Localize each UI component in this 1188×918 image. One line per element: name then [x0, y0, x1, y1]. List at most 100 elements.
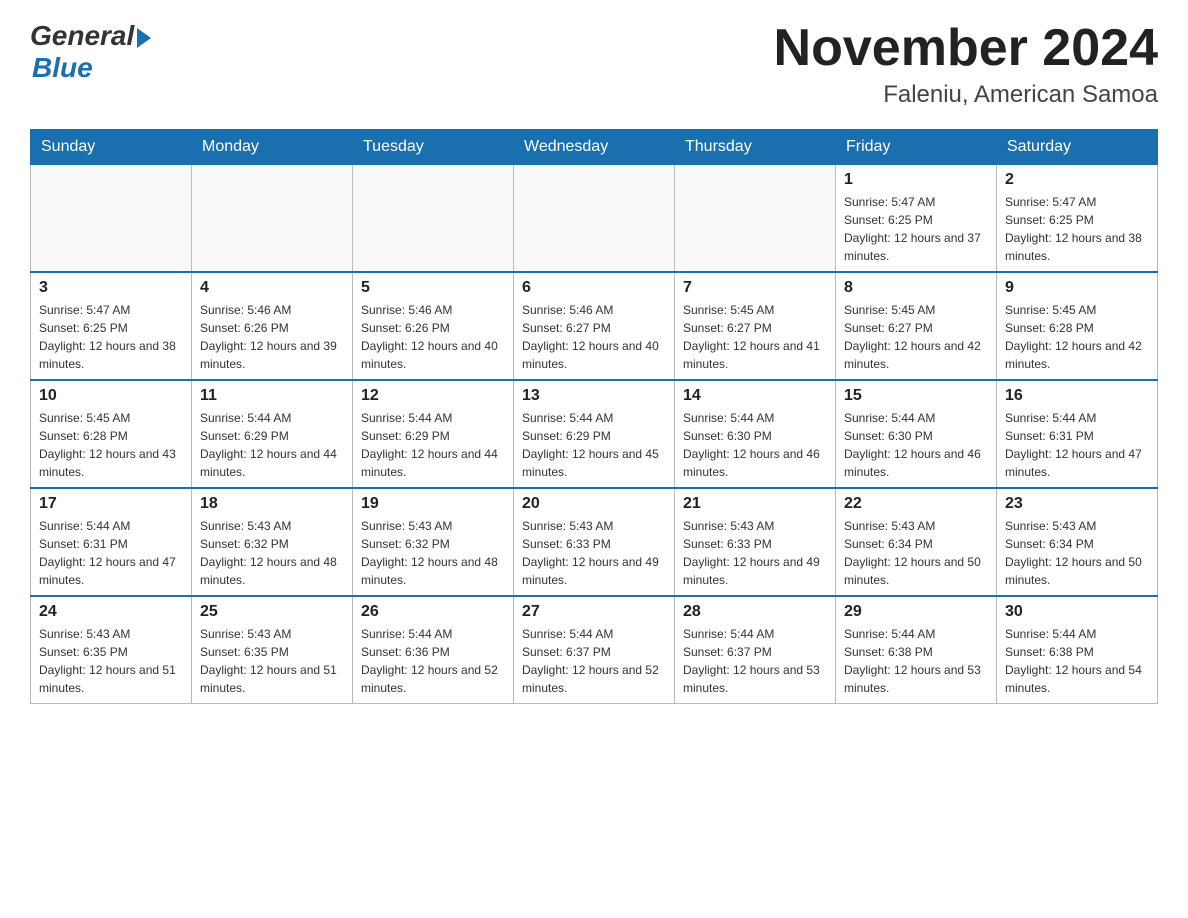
day-number: 8 [844, 279, 988, 297]
calendar-cell-w3-d1: 10 Sunrise: 5:45 AMSunset: 6:28 PMDayligh… [31, 380, 192, 488]
week-row-3: 10 Sunrise: 5:45 AMSunset: 6:28 PMDayligh… [31, 380, 1158, 488]
calendar-cell-w1-d4 [514, 165, 675, 273]
day-info: Sunrise: 5:43 AMSunset: 6:33 PMDaylight:… [522, 517, 666, 589]
week-row-2: 3 Sunrise: 5:47 AMSunset: 6:25 PMDaylight… [31, 272, 1158, 380]
day-info: Sunrise: 5:43 AMSunset: 6:35 PMDaylight:… [39, 625, 183, 697]
day-number: 11 [200, 387, 344, 405]
header-wednesday: Wednesday [514, 130, 675, 165]
calendar-cell-w3-d4: 13 Sunrise: 5:44 AMSunset: 6:29 PMDayligh… [514, 380, 675, 488]
day-info: Sunrise: 5:43 AMSunset: 6:32 PMDaylight:… [200, 517, 344, 589]
logo-arrow-icon [137, 28, 151, 48]
day-number: 1 [844, 171, 988, 189]
week-row-5: 24 Sunrise: 5:43 AMSunset: 6:35 PMDayligh… [31, 596, 1158, 704]
calendar-cell-w2-d7: 9 Sunrise: 5:45 AMSunset: 6:28 PMDaylight… [997, 272, 1158, 380]
day-number: 6 [522, 279, 666, 297]
day-info: Sunrise: 5:44 AMSunset: 6:38 PMDaylight:… [1005, 625, 1149, 697]
calendar-cell-w1-d2 [192, 165, 353, 273]
day-number: 7 [683, 279, 827, 297]
calendar-cell-w2-d4: 6 Sunrise: 5:46 AMSunset: 6:27 PMDaylight… [514, 272, 675, 380]
page-header: General Blue November 2024 Faleniu, Amer… [30, 20, 1158, 109]
day-info: Sunrise: 5:47 AMSunset: 6:25 PMDaylight:… [1005, 193, 1149, 265]
day-info: Sunrise: 5:47 AMSunset: 6:25 PMDaylight:… [39, 301, 183, 373]
calendar-cell-w1-d6: 1 Sunrise: 5:47 AMSunset: 6:25 PMDaylight… [836, 165, 997, 273]
day-info: Sunrise: 5:44 AMSunset: 6:30 PMDaylight:… [844, 409, 988, 481]
day-info: Sunrise: 5:44 AMSunset: 6:31 PMDaylight:… [39, 517, 183, 589]
day-number: 10 [39, 387, 183, 405]
day-info: Sunrise: 5:43 AMSunset: 6:33 PMDaylight:… [683, 517, 827, 589]
day-number: 12 [361, 387, 505, 405]
calendar-cell-w2-d2: 4 Sunrise: 5:46 AMSunset: 6:26 PMDaylight… [192, 272, 353, 380]
calendar-cell-w4-d6: 22 Sunrise: 5:43 AMSunset: 6:34 PMDayligh… [836, 488, 997, 596]
calendar-cell-w2-d5: 7Sunrise: 5:45 AMSunset: 6:27 PMDaylight… [675, 272, 836, 380]
day-info: Sunrise: 5:46 AMSunset: 6:27 PMDaylight:… [522, 301, 666, 373]
day-info: Sunrise: 5:44 AMSunset: 6:29 PMDaylight:… [522, 409, 666, 481]
header-monday: Monday [192, 130, 353, 165]
calendar-cell-w3-d6: 15 Sunrise: 5:44 AMSunset: 6:30 PMDayligh… [836, 380, 997, 488]
day-number: 3 [39, 279, 183, 297]
calendar-cell-w4-d5: 21 Sunrise: 5:43 AMSunset: 6:33 PMDayligh… [675, 488, 836, 596]
day-number: 5 [361, 279, 505, 297]
day-info: Sunrise: 5:43 AMSunset: 6:34 PMDaylight:… [1005, 517, 1149, 589]
day-number: 23 [1005, 495, 1149, 513]
day-number: 2 [1005, 171, 1149, 189]
header-friday: Friday [836, 130, 997, 165]
calendar-cell-w2-d1: 3 Sunrise: 5:47 AMSunset: 6:25 PMDaylight… [31, 272, 192, 380]
calendar-cell-w5-d4: 27 Sunrise: 5:44 AMSunset: 6:37 PMDayligh… [514, 596, 675, 704]
calendar-table: SundayMondayTuesdayWednesdayThursdayFrid… [30, 129, 1158, 704]
day-number: 4 [200, 279, 344, 297]
header-sunday: Sunday [31, 130, 192, 165]
calendar-cell-w3-d5: 14Sunrise: 5:44 AMSunset: 6:30 PMDayligh… [675, 380, 836, 488]
calendar-cell-w2-d3: 5 Sunrise: 5:46 AMSunset: 6:26 PMDaylight… [353, 272, 514, 380]
day-number: 30 [1005, 603, 1149, 621]
calendar-cell-w3-d7: 16Sunrise: 5:44 AMSunset: 6:31 PMDayligh… [997, 380, 1158, 488]
day-number: 28 [683, 603, 827, 621]
header-tuesday: Tuesday [353, 130, 514, 165]
day-info: Sunrise: 5:44 AMSunset: 6:37 PMDaylight:… [522, 625, 666, 697]
calendar-cell-w1-d1 [31, 165, 192, 273]
logo: General Blue [30, 20, 151, 84]
day-number: 26 [361, 603, 505, 621]
day-number: 29 [844, 603, 988, 621]
day-info: Sunrise: 5:44 AMSunset: 6:36 PMDaylight:… [361, 625, 505, 697]
day-info: Sunrise: 5:45 AMSunset: 6:28 PMDaylight:… [39, 409, 183, 481]
logo-top: General [30, 20, 151, 52]
day-info: Sunrise: 5:44 AMSunset: 6:30 PMDaylight:… [683, 409, 827, 481]
day-info: Sunrise: 5:45 AMSunset: 6:28 PMDaylight:… [1005, 301, 1149, 373]
week-row-1: 1 Sunrise: 5:47 AMSunset: 6:25 PMDaylight… [31, 165, 1158, 273]
day-number: 9 [1005, 279, 1149, 297]
day-number: 19 [361, 495, 505, 513]
header-thursday: Thursday [675, 130, 836, 165]
day-number: 24 [39, 603, 183, 621]
day-number: 20 [522, 495, 666, 513]
calendar-cell-w5-d6: 29Sunrise: 5:44 AMSunset: 6:38 PMDayligh… [836, 596, 997, 704]
day-number: 15 [844, 387, 988, 405]
calendar-cell-w5-d2: 25 Sunrise: 5:43 AMSunset: 6:35 PMDayligh… [192, 596, 353, 704]
calendar-cell-w1-d7: 2 Sunrise: 5:47 AMSunset: 6:25 PMDaylight… [997, 165, 1158, 273]
title-section: November 2024 Faleniu, American Samoa [774, 20, 1158, 109]
day-info: Sunrise: 5:46 AMSunset: 6:26 PMDaylight:… [361, 301, 505, 373]
day-info: Sunrise: 5:47 AMSunset: 6:25 PMDaylight:… [844, 193, 988, 265]
day-number: 22 [844, 495, 988, 513]
day-number: 27 [522, 603, 666, 621]
logo-blue-text: Blue [32, 52, 151, 84]
calendar-cell-w1-d5 [675, 165, 836, 273]
day-info: Sunrise: 5:43 AMSunset: 6:34 PMDaylight:… [844, 517, 988, 589]
header-saturday: Saturday [997, 130, 1158, 165]
calendar-cell-w5-d7: 30 Sunrise: 5:44 AMSunset: 6:38 PMDayligh… [997, 596, 1158, 704]
calendar-cell-w1-d3 [353, 165, 514, 273]
day-number: 21 [683, 495, 827, 513]
day-info: Sunrise: 5:44 AMSunset: 6:37 PMDaylight:… [683, 625, 827, 697]
day-info: Sunrise: 5:43 AMSunset: 6:35 PMDaylight:… [200, 625, 344, 697]
calendar-cell-w5-d3: 26 Sunrise: 5:44 AMSunset: 6:36 PMDayligh… [353, 596, 514, 704]
day-number: 18 [200, 495, 344, 513]
day-number: 13 [522, 387, 666, 405]
day-info: Sunrise: 5:43 AMSunset: 6:32 PMDaylight:… [361, 517, 505, 589]
day-number: 17 [39, 495, 183, 513]
calendar-cell-w4-d7: 23 Sunrise: 5:43 AMSunset: 6:34 PMDayligh… [997, 488, 1158, 596]
day-number: 25 [200, 603, 344, 621]
day-info: Sunrise: 5:44 AMSunset: 6:29 PMDaylight:… [200, 409, 344, 481]
day-info: Sunrise: 5:44 AMSunset: 6:31 PMDaylight:… [1005, 409, 1149, 481]
calendar-cell-w5-d5: 28 Sunrise: 5:44 AMSunset: 6:37 PMDayligh… [675, 596, 836, 704]
month-year-title: November 2024 [774, 20, 1158, 77]
day-info: Sunrise: 5:46 AMSunset: 6:26 PMDaylight:… [200, 301, 344, 373]
